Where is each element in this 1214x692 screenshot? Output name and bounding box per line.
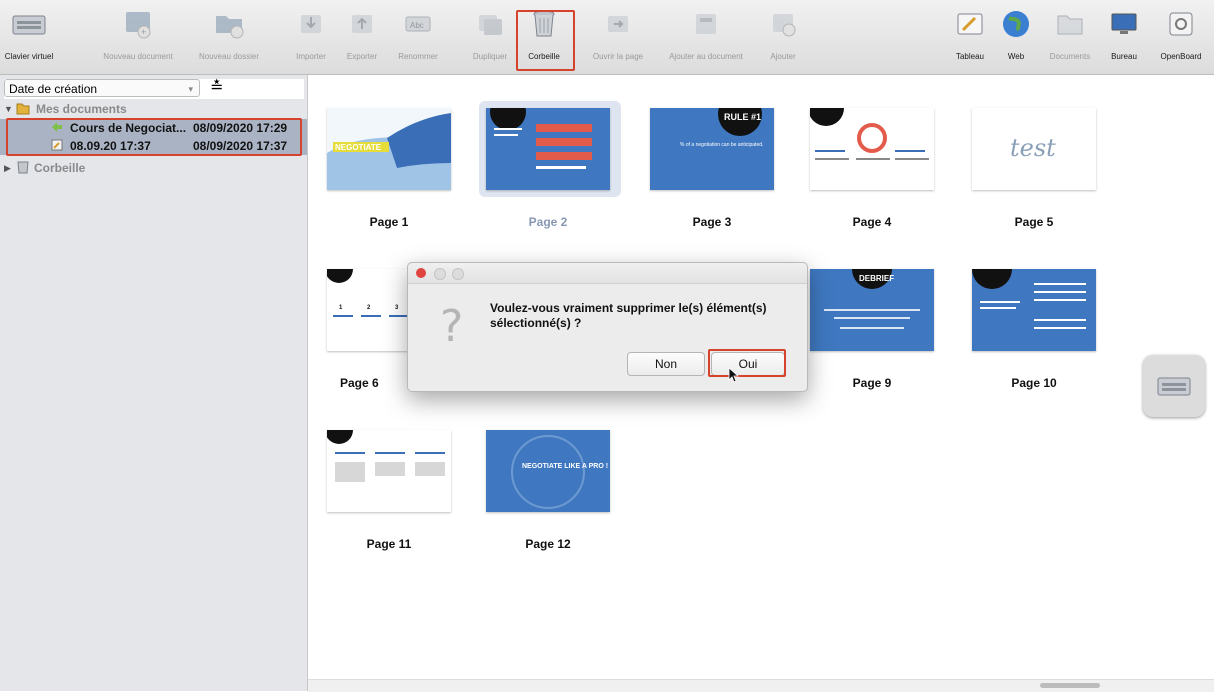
page-5-handwriting: test — [1010, 134, 1056, 162]
sort-dropdown[interactable]: Date de création ▾ — [4, 79, 200, 97]
page-label-1: Page 1 — [369, 215, 409, 229]
page-label-5: Page 5 — [1014, 215, 1054, 229]
tree-folder-my-documents[interactable]: ▼ Mes documents — [0, 100, 307, 118]
page-thumbnail-12[interactable]: NEGOTIATE LIKE A PRO ! — [486, 430, 610, 512]
page-label-3: Page 3 — [692, 215, 732, 229]
page-thumbnail-9[interactable]: DEBRIEF — [810, 269, 934, 351]
web-button[interactable]: Web — [996, 4, 1036, 70]
page-1-title: NEGOTIATE — [335, 143, 382, 152]
new-document-icon: + — [120, 6, 156, 42]
page-3-title: RULE #1 — [724, 112, 761, 122]
open-page-icon — [600, 6, 636, 42]
confirm-delete-dialog: ? Voulez-vous vraiment supprimer le(s) é… — [407, 262, 808, 392]
trash-icon — [17, 160, 29, 179]
page-thumbnail-1[interactable]: NEGOTIATE — [327, 108, 451, 190]
new-folder-icon — [211, 6, 247, 42]
page-label-12: Page 12 — [525, 537, 571, 551]
expand-triangle-icon[interactable]: ▼ — [4, 100, 13, 118]
documents-icon — [1052, 6, 1088, 42]
svg-text:+: + — [141, 27, 146, 37]
dialog-message: Voulez-vous vraiment supprimer le(s) élé… — [490, 301, 767, 330]
no-button[interactable]: Non — [627, 352, 705, 376]
tree-folder-trash[interactable]: ▶ Corbeille — [0, 159, 307, 177]
tree-folder-label: Corbeille — [34, 161, 86, 175]
documents-button[interactable]: Documents — [1040, 4, 1100, 70]
board-button[interactable]: Tableau — [948, 4, 992, 70]
question-icon: ? — [436, 299, 472, 352]
page-label-2: Page 2 — [528, 215, 568, 229]
page-label-9: Page 9 — [852, 376, 892, 390]
add-button[interactable]: Ajouter — [758, 4, 808, 70]
close-window-button[interactable] — [416, 268, 426, 278]
page-label-4: Page 4 — [852, 215, 892, 229]
duplicate-button[interactable]: Dupliquer — [464, 4, 516, 70]
add-to-document-button[interactable]: Ajouter au document — [658, 4, 754, 70]
add-to-document-icon — [688, 6, 724, 42]
page-thumbnail-10[interactable] — [972, 269, 1096, 351]
floating-keyboard-button[interactable] — [1143, 355, 1205, 417]
toolbar: Clavier virtuel + Nouveau document Nouve… — [0, 0, 1214, 75]
svg-text:Abc: Abc — [410, 21, 424, 30]
desktop-icon — [1106, 6, 1142, 42]
rename-button[interactable]: Abc Renommer — [388, 4, 448, 70]
openboard-icon — [1163, 6, 1199, 42]
globe-icon — [998, 6, 1034, 42]
dialog-titlebar — [408, 263, 807, 284]
page-thumbnail-3[interactable]: RULE #1 % of a negotiation can be anticip… — [650, 108, 774, 190]
add-icon — [765, 6, 801, 42]
tree-folder-label: Mes documents — [36, 102, 127, 116]
page-thumbnail-2[interactable] — [486, 108, 610, 190]
import-icon — [293, 6, 329, 42]
page-label-10: Page 10 — [1011, 376, 1057, 390]
page-9-title: DEBRIEF — [859, 274, 894, 283]
documents-highlight — [6, 118, 302, 156]
open-page-button[interactable]: Ouvrir la page — [583, 4, 653, 70]
yes-button-highlight — [708, 349, 786, 377]
openboard-button[interactable]: OpenBoard — [1150, 4, 1212, 70]
document-tree-panel: Date de création ▾ ≛ ▼ Mes documents Cou… — [0, 75, 308, 691]
export-button[interactable]: Exporter — [336, 4, 388, 70]
trash-highlight — [516, 10, 575, 71]
keyboard-icon — [11, 6, 47, 42]
keyboard-icon — [1157, 377, 1191, 396]
import-button[interactable]: Importer — [286, 4, 336, 70]
board-icon — [952, 6, 988, 42]
page-label-11: Page 11 — [366, 537, 412, 551]
zoom-slider[interactable] — [1040, 683, 1100, 688]
export-icon — [344, 6, 380, 42]
virtual-keyboard-button[interactable]: Clavier virtuel — [4, 4, 54, 70]
collapse-triangle-icon[interactable]: ▶ — [4, 159, 11, 177]
page-thumbnail-5[interactable]: test — [972, 108, 1096, 190]
new-folder-button[interactable]: Nouveau dossier — [186, 4, 272, 70]
page-thumbnail-11[interactable] — [327, 430, 451, 512]
minimize-window-button[interactable] — [434, 268, 446, 280]
new-document-button[interactable]: + Nouveau document — [93, 4, 183, 70]
mouse-cursor-icon — [728, 367, 740, 388]
page-12-title: NEGOTIATE LIKE A PRO ! — [522, 463, 608, 470]
zoom-window-button[interactable] — [452, 268, 464, 280]
svg-text:?: ? — [440, 301, 463, 347]
rename-icon: Abc — [400, 6, 436, 42]
page-3-body: % of a negotiation can be anticipated. — [680, 142, 763, 148]
page-thumbnail-4[interactable] — [810, 108, 934, 190]
sort-order-icon[interactable]: ≛ — [210, 79, 223, 97]
desktop-button[interactable]: Bureau — [1104, 4, 1144, 70]
sort-bar: Date de création ▾ ≛ — [4, 79, 304, 99]
chevron-down-icon: ▾ — [188, 84, 193, 94]
sort-dropdown-label: Date de création — [9, 82, 98, 96]
duplicate-icon — [472, 6, 508, 42]
